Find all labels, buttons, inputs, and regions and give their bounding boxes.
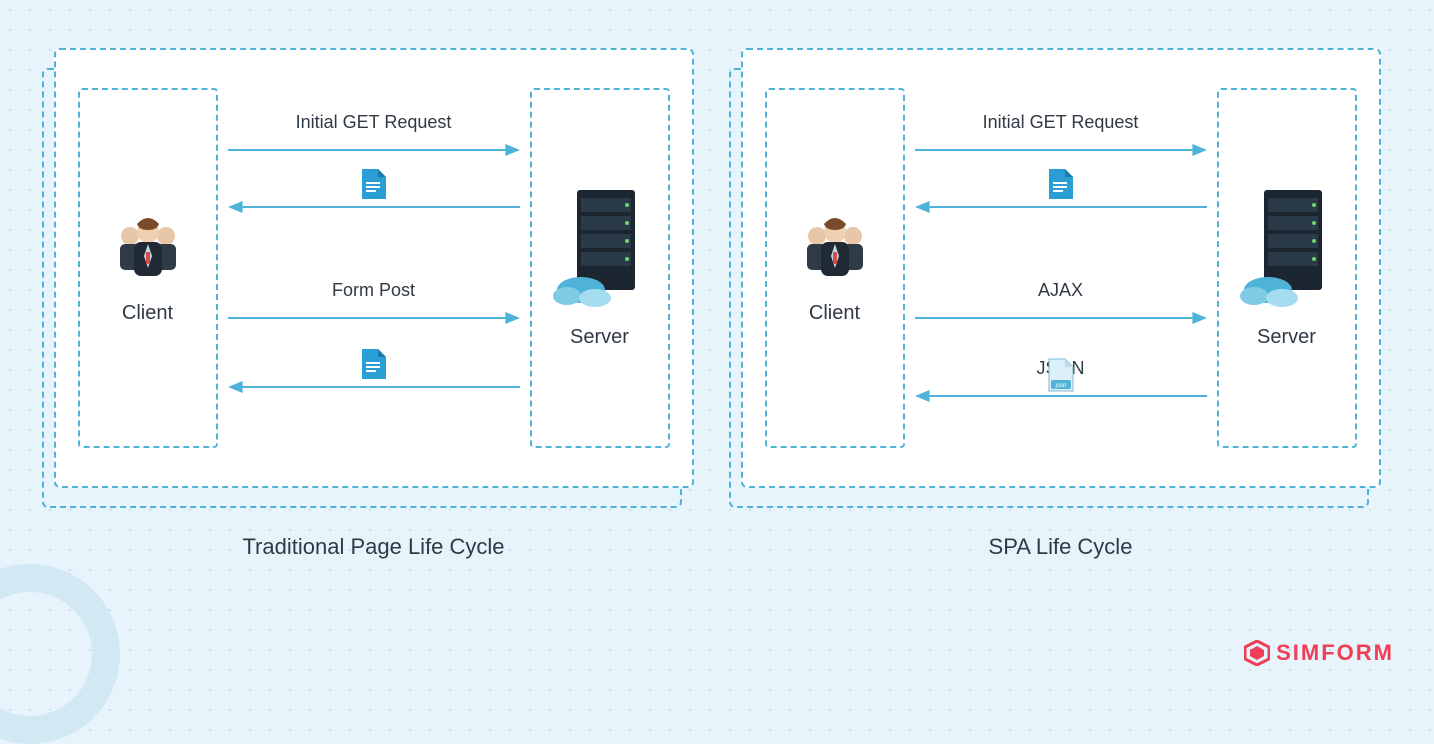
simform-logo-icon xyxy=(1244,640,1270,666)
arrow-label: Initial GET Request xyxy=(296,112,452,133)
spa-panel-wrap: Client Initial GET Request AJAX xyxy=(741,48,1381,560)
arrow-ajax: AJAX xyxy=(915,280,1207,329)
traditional-panel: Client Initial GET Request Form Post xyxy=(54,48,694,488)
server-node: Server xyxy=(1217,88,1357,448)
server-label: Server xyxy=(1257,326,1316,349)
json-file-icon: json xyxy=(1047,358,1075,397)
users-icon xyxy=(795,212,875,284)
arrow-response-doc xyxy=(228,196,520,218)
flow-area: Initial GET Request Form Post xyxy=(218,88,530,448)
arrow-response-doc-2 xyxy=(228,376,520,398)
arrow-initial-get: Initial GET Request xyxy=(228,112,520,161)
server-label: Server xyxy=(570,326,629,349)
arrow-json: JSON json xyxy=(915,358,1207,407)
users-icon xyxy=(108,212,188,284)
panel-caption: SPA Life Cycle xyxy=(741,534,1381,560)
server-icon xyxy=(553,188,647,308)
client-label: Client xyxy=(122,302,173,325)
document-icon xyxy=(361,348,387,385)
flow-area: Initial GET Request AJAX JSON xyxy=(905,88,1217,448)
server-node: Server xyxy=(530,88,670,448)
client-node: Client xyxy=(78,88,218,448)
arrow-form-post: Form Post xyxy=(228,280,520,329)
document-icon xyxy=(361,168,387,205)
arrow-initial-get: Initial GET Request xyxy=(915,112,1207,161)
client-label: Client xyxy=(809,302,860,325)
panel-caption: Traditional Page Life Cycle xyxy=(54,534,694,560)
svg-text:json: json xyxy=(1054,383,1066,389)
traditional-panel-wrap: Client Initial GET Request Form Post xyxy=(54,48,694,560)
simform-logo: SIMFORM xyxy=(1244,640,1394,666)
document-icon xyxy=(1048,168,1074,205)
arrow-label: Initial GET Request xyxy=(983,112,1139,133)
arrow-label: Form Post xyxy=(332,280,415,301)
diagram-canvas: Client Initial GET Request Form Post xyxy=(0,0,1434,560)
arrow-label: AJAX xyxy=(1038,280,1083,301)
client-node: Client xyxy=(765,88,905,448)
logo-text: SIMFORM xyxy=(1276,640,1394,666)
spa-panel: Client Initial GET Request AJAX xyxy=(741,48,1381,488)
decorative-arc xyxy=(0,564,120,744)
server-icon xyxy=(1240,188,1334,308)
arrow-response-doc xyxy=(915,196,1207,218)
